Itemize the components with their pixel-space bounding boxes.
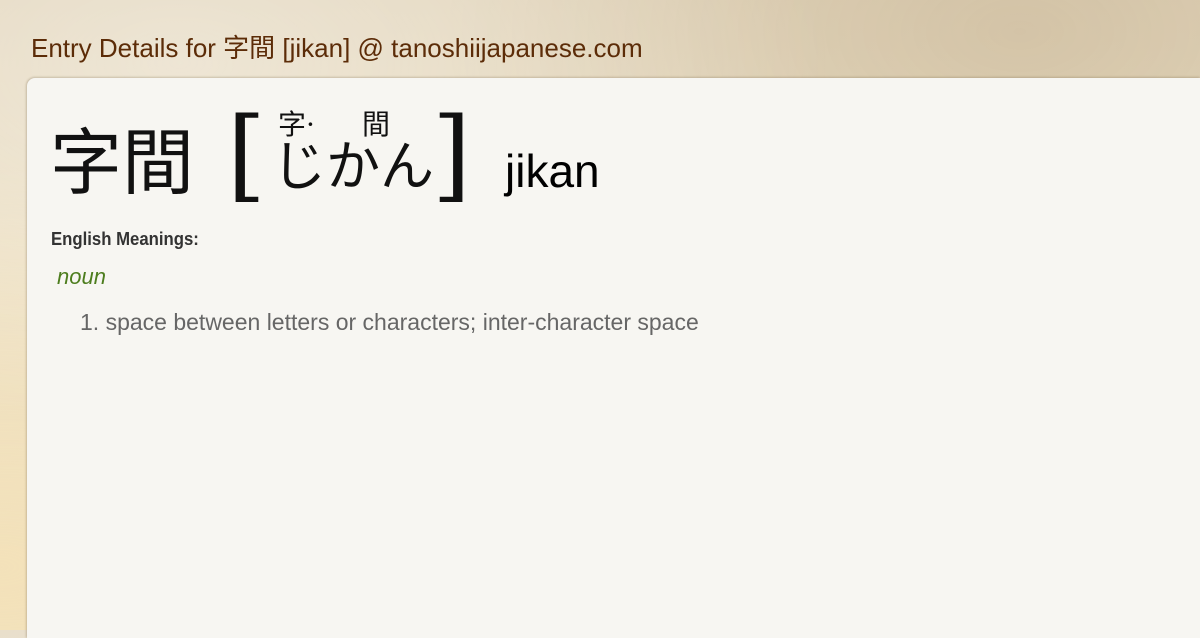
romaji-reading: jikan: [505, 145, 600, 197]
page-title: Entry Details for 字間 [jikan] @ tanoshiij…: [31, 33, 643, 63]
meaning-text: space between letters or characters; int…: [105, 309, 699, 335]
headword-kanji: 字間: [50, 121, 195, 205]
reading-bracket-close: ]: [432, 96, 472, 213]
part-of-speech: noun: [57, 264, 106, 289]
meaning-number: 1.: [80, 309, 100, 335]
kana-reading: じかん: [272, 135, 434, 198]
english-meanings-label: English Meanings:: [51, 229, 199, 249]
furigana-row: 字· 間: [272, 103, 432, 141]
meaning-list-item: 1. space between letters or characters; …: [80, 308, 699, 336]
entry-card: [27, 78, 1200, 638]
reading-bracket-open: [: [227, 96, 267, 213]
